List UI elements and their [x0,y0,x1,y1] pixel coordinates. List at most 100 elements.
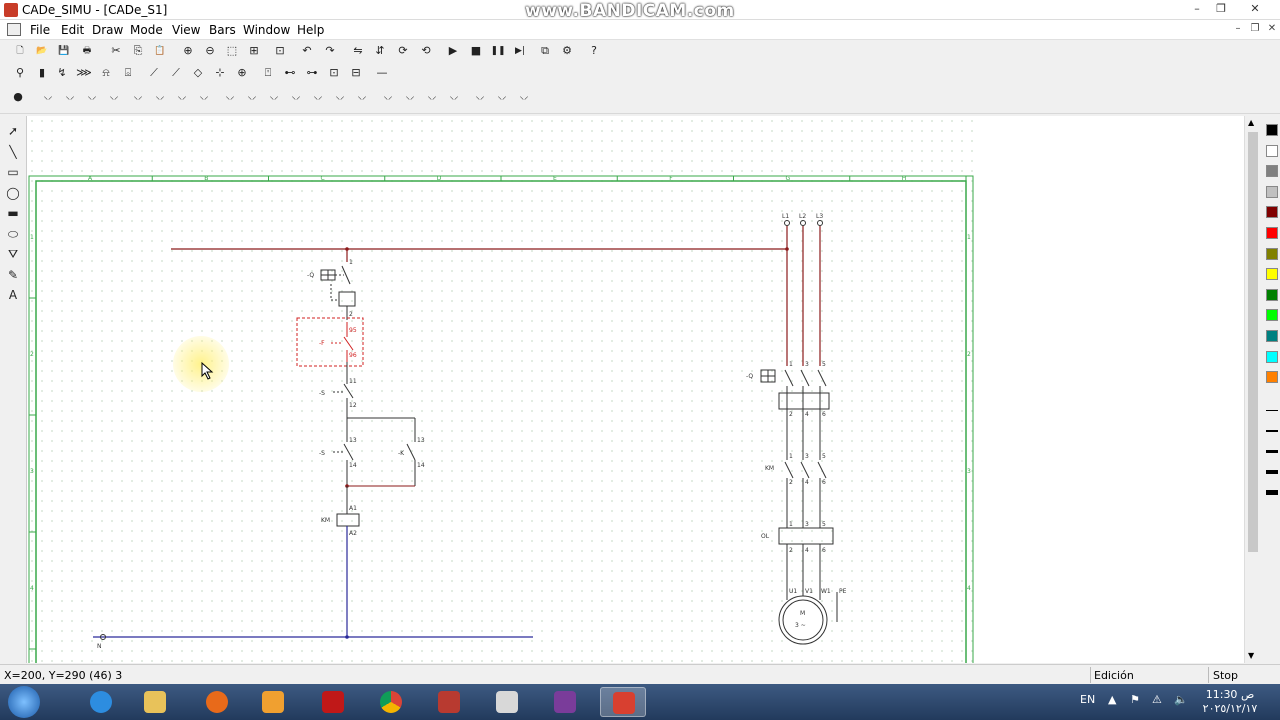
taskbar-cadesimu-icon[interactable] [600,687,646,717]
contact-tool-19-icon[interactable]: ⸜⸝ [444,88,464,106]
symbol-tool-16-icon[interactable]: — [372,64,392,82]
rotate-back-icon[interactable]: ⟲ [416,42,436,60]
symbol-tool-4-icon[interactable]: ⍾ [96,64,116,82]
taskbar-cadesimu-alt-icon[interactable] [426,687,472,717]
contact-tool-18-icon[interactable]: ⸜⸝ [422,88,442,106]
contact-tool-5-icon[interactable]: ⸜⸝ [128,88,148,106]
contact-tool-7-icon[interactable]: ⸜⸝ [172,88,192,106]
close-button[interactable]: ✕ [1244,2,1266,16]
settings-icon[interactable]: ⚙ [557,42,577,60]
tray-volume-icon[interactable]: 🔈 [1174,693,1188,706]
contact-tool-9-icon[interactable]: ⸜⸝ [220,88,240,106]
zoom-window-icon[interactable]: ⬚ [222,42,242,60]
document-icon[interactable] [7,23,21,36]
contact-tool-21-icon[interactable]: ⸜⸝ [492,88,512,106]
zoom-all-icon[interactable]: ⊞ [244,42,264,60]
open-icon[interactable]: 📂 [32,42,52,60]
taskbar-chrome-icon[interactable] [368,687,414,717]
mirror-v-icon[interactable]: ⇵ [370,42,390,60]
menu-mode[interactable]: Mode [130,23,163,37]
color-swatch[interactable] [1266,144,1278,157]
line-width-option[interactable] [1266,450,1278,453]
line-width-option[interactable] [1266,430,1278,432]
menu-view[interactable]: View [172,23,200,37]
mirror-h-icon[interactable]: ⇋ [348,42,368,60]
menu-draw[interactable]: Draw [92,23,123,37]
pause-icon[interactable]: ❚❚ [488,42,508,60]
symbol-tool-15-icon[interactable]: ⊟ [346,64,366,82]
contact-tool-12-icon[interactable]: ⸜⸝ [286,88,306,106]
contact-tool-20-icon[interactable]: ⸜⸝ [470,88,490,106]
scroll-thumb[interactable] [1248,132,1258,552]
taskbar-explorer-icon[interactable] [132,687,178,717]
color-swatch[interactable] [1266,206,1278,219]
clock[interactable]: 11:30 ص ٢٠٢٥/١٢/١٧ [1200,688,1260,716]
contact-tool-11-icon[interactable]: ⸜⸝ [264,88,284,106]
contact-tool-16-icon[interactable]: ⸜⸝ [378,88,398,106]
color-swatch[interactable] [1266,288,1278,301]
new-icon[interactable]: 🗋 [10,42,30,60]
language-indicator[interactable]: EN [1080,693,1095,706]
taskbar-firefox-icon[interactable] [194,687,240,717]
maximize-button[interactable]: ❐ [1210,2,1232,16]
scroll-up-icon[interactable]: ▲ [1248,118,1254,127]
color-swatch[interactable] [1266,227,1278,239]
contact-tool-15-icon[interactable]: ⸜⸝ [352,88,372,106]
line-width-option[interactable] [1266,490,1278,495]
color-swatch[interactable] [1266,350,1278,363]
vertical-scrollbar[interactable]: ▲ ▼ [1244,116,1260,663]
menu-edit[interactable]: Edit [61,23,84,37]
symbol-tool-14-icon[interactable]: ⊡ [324,64,344,82]
menu-file[interactable]: File [30,23,50,37]
stop-icon[interactable]: ■ [466,42,486,60]
draw-tool-4-icon[interactable]: ▬ [4,204,22,222]
color-swatch[interactable] [1266,165,1278,178]
redo-icon[interactable]: ↷ [320,42,340,60]
color-swatch[interactable] [1266,309,1278,322]
tray-expand-icon[interactable]: ▲ [1108,693,1116,706]
symbol-tool-7-icon[interactable]: ⟋ [166,64,186,82]
symbol-tool-11-icon[interactable]: ⍞ [258,64,278,82]
help-icon[interactable]: ? [584,42,604,60]
taskbar-winrar-icon[interactable] [542,687,588,717]
symbol-tool-3-icon[interactable]: ⋙ [74,64,94,82]
mdi-close-button[interactable]: ✕ [1262,23,1280,34]
contact-tool-6-icon[interactable]: ⸜⸝ [150,88,170,106]
cut-icon[interactable]: ✂ [106,42,126,60]
zoom-out-icon[interactable]: ⊖ [200,42,220,60]
scroll-down-icon[interactable]: ▼ [1248,651,1254,660]
symbol-tool-6-icon[interactable]: ⟋ [144,64,164,82]
color-swatch[interactable] [1266,124,1278,136]
symbol-tool-9-icon[interactable]: ⊹ [210,64,230,82]
window-icon[interactable]: ⧉ [535,42,555,60]
contact-tool-0-icon[interactable]: ● [8,88,28,106]
symbol-tool-12-icon[interactable]: ⊷ [280,64,300,82]
play-icon[interactable]: ▶ [443,42,463,60]
color-swatch[interactable] [1266,247,1278,260]
taskbar-rx-icon[interactable] [484,687,530,717]
draw-tool-2-icon[interactable]: ▭ [4,163,22,181]
contact-tool-13-icon[interactable]: ⸜⸝ [308,88,328,106]
menu-bars[interactable]: Bars [209,23,236,37]
draw-tool-7-icon[interactable]: ✎ [4,266,22,284]
symbol-tool-13-icon[interactable]: ⊶ [302,64,322,82]
contact-tool-10-icon[interactable]: ⸜⸝ [242,88,262,106]
tray-flag-icon[interactable]: ⚑ [1130,693,1140,706]
color-swatch[interactable] [1266,268,1278,281]
contact-tool-2-icon[interactable]: ⸜⸝ [60,88,80,106]
color-swatch[interactable] [1266,371,1278,384]
color-swatch[interactable] [1266,185,1278,198]
taskbar-ie-icon[interactable] [78,687,124,717]
print-icon[interactable]: 🖶 [77,42,97,60]
contact-tool-8-icon[interactable]: ⸜⸝ [194,88,214,106]
drawing-canvas[interactable]: ABCDEFGH 11223344 -Q 1 2 -F 95 96 -S 11 … [26,116,1244,663]
taskbar-media-icon[interactable] [250,687,296,717]
color-swatch[interactable] [1266,330,1278,342]
contact-tool-3-icon[interactable]: ⸜⸝ [82,88,102,106]
symbol-tool-1-icon[interactable]: ▮ [32,64,52,82]
save-icon[interactable]: 💾 [54,42,74,60]
contact-tool-17-icon[interactable]: ⸜⸝ [400,88,420,106]
symbol-tool-5-icon[interactable]: ⌺ [118,64,138,82]
symbol-tool-2-icon[interactable]: ↯ [52,64,72,82]
symbol-tool-8-icon[interactable]: ◇ [188,64,208,82]
